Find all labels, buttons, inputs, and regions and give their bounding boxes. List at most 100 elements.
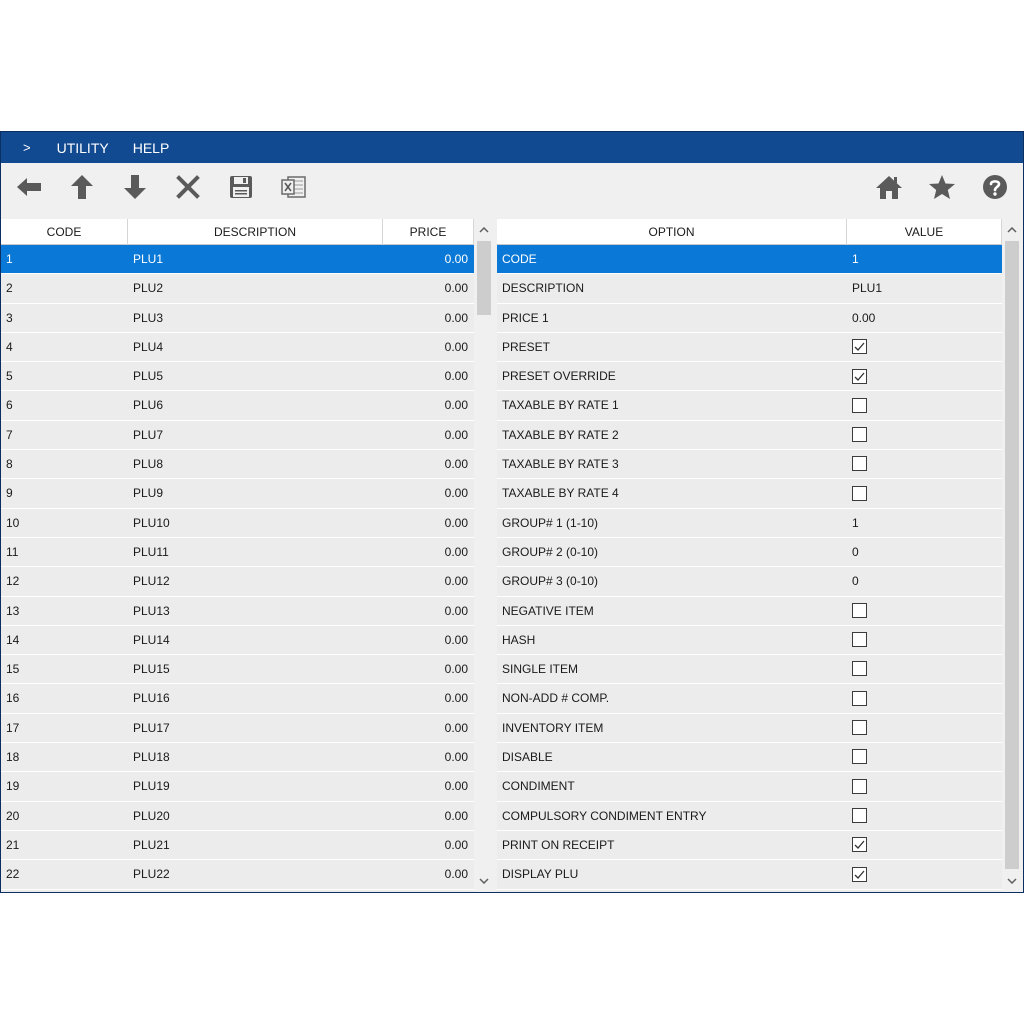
checkbox-unchecked[interactable] <box>852 778 867 794</box>
help-button[interactable] <box>981 173 1009 201</box>
table-row[interactable]: 13 PLU13 0.00 <box>1 596 474 626</box>
plu-options-scrollbar[interactable] <box>1002 219 1022 892</box>
table-row[interactable]: NEGATIVE ITEM <box>497 596 1002 626</box>
cell-option: GROUP# 1 (1-10) <box>502 515 599 530</box>
table-row[interactable]: TAXABLE BY RATE 2 <box>497 420 1002 451</box>
checkbox-unchecked[interactable] <box>852 661 867 677</box>
cell-value[interactable]: 1 <box>847 509 1002 537</box>
toolbar <box>1 163 1023 211</box>
table-row[interactable]: PRESET <box>497 332 1002 363</box>
back-arrow-icon <box>17 178 41 196</box>
table-row[interactable]: PRICE 1 0.00 <box>497 303 1002 333</box>
checkbox-unchecked[interactable] <box>852 632 867 648</box>
cell-price: 0.00 <box>444 867 468 882</box>
table-row[interactable]: TAXABLE BY RATE 3 <box>497 450 1002 480</box>
checkbox-unchecked[interactable] <box>852 690 867 706</box>
table-row[interactable]: 9 PLU9 0.00 <box>1 479 474 509</box>
back-button[interactable] <box>15 173 43 201</box>
table-row[interactable]: 14 PLU14 0.00 <box>1 625 474 656</box>
checkbox-checked[interactable] <box>852 837 867 853</box>
table-row[interactable]: DISPLAY PLU <box>497 860 1002 890</box>
table-row[interactable]: CONDIMENT <box>497 772 1002 802</box>
table-row[interactable]: 12 PLU12 0.00 <box>1 567 474 597</box>
save-button[interactable] <box>227 173 255 201</box>
favorites-button[interactable] <box>928 173 956 201</box>
table-row[interactable]: GROUP# 3 (0-10) 0 <box>497 567 1002 597</box>
table-row[interactable]: 4 PLU4 0.00 <box>1 332 474 363</box>
table-row[interactable]: 22 PLU22 0.00 <box>1 860 474 890</box>
cell-value[interactable]: 1 <box>847 245 1002 273</box>
cell-option: DISPLAY PLU <box>502 867 579 882</box>
table-row[interactable]: SINGLE ITEM <box>497 655 1002 685</box>
scroll-down-arrow[interactable] <box>1002 870 1022 892</box>
table-row[interactable]: PRINT ON RECEIPT <box>497 830 1002 861</box>
export-excel-button[interactable] <box>280 173 308 201</box>
checkbox-unchecked[interactable] <box>852 602 867 618</box>
scroll-up-arrow[interactable] <box>1002 219 1022 241</box>
table-row[interactable]: GROUP# 1 (1-10) 1 <box>497 508 1002 538</box>
delete-button[interactable] <box>174 173 202 201</box>
column-header-value[interactable]: VALUE <box>847 219 1002 245</box>
table-row[interactable]: 20 PLU20 0.00 <box>1 801 474 831</box>
cell-value[interactable]: 0.00 <box>847 304 1002 332</box>
move-down-button[interactable] <box>121 173 149 201</box>
table-row[interactable]: TAXABLE BY RATE 4 <box>497 479 1002 509</box>
table-row[interactable]: CODE 1 <box>497 245 1002 275</box>
column-header-description[interactable]: DESCRIPTION <box>128 219 383 245</box>
column-header-code[interactable]: CODE <box>1 219 128 245</box>
table-row[interactable]: HASH <box>497 625 1002 656</box>
cell-value[interactable]: 0 <box>847 538 1002 566</box>
table-row[interactable]: TAXABLE BY RATE 1 <box>497 391 1002 421</box>
cell-price: 0.00 <box>444 398 468 413</box>
table-row[interactable]: INVENTORY ITEM <box>497 713 1002 744</box>
table-row[interactable]: 15 PLU15 0.00 <box>1 655 474 685</box>
menu-utility[interactable]: UTILITY <box>57 140 109 156</box>
table-row[interactable]: PRESET OVERRIDE <box>497 362 1002 392</box>
table-row[interactable]: 19 PLU19 0.00 <box>1 772 474 802</box>
table-row[interactable]: 6 PLU6 0.00 <box>1 391 474 421</box>
scroll-down-arrow[interactable] <box>474 870 494 892</box>
table-row[interactable]: 16 PLU16 0.00 <box>1 684 474 714</box>
table-row[interactable]: 1 PLU1 0.00 <box>1 245 474 275</box>
table-row[interactable]: GROUP# 2 (0-10) 0 <box>497 537 1002 568</box>
table-row[interactable]: 10 PLU10 0.00 <box>1 508 474 538</box>
scroll-up-arrow[interactable] <box>474 219 494 241</box>
table-row[interactable]: 11 PLU11 0.00 <box>1 537 474 568</box>
checkbox-unchecked[interactable] <box>852 397 867 413</box>
checkbox-unchecked[interactable] <box>852 720 867 736</box>
table-row[interactable]: DISABLE <box>497 743 1002 773</box>
checkbox-checked[interactable] <box>852 866 867 882</box>
table-row[interactable]: COMPULSORY CONDIMENT ENTRY <box>497 801 1002 831</box>
cell-value[interactable]: PLU1 <box>847 274 1002 302</box>
cell-value[interactable]: 0 <box>847 567 1002 595</box>
cell-description: PLU3 <box>133 310 164 325</box>
table-row[interactable]: DESCRIPTION PLU1 <box>497 274 1002 304</box>
cell-code: 20 <box>6 808 20 823</box>
checkbox-unchecked[interactable] <box>852 749 867 765</box>
checkbox-unchecked[interactable] <box>852 485 867 501</box>
table-row[interactable]: 8 PLU8 0.00 <box>1 450 474 480</box>
checkbox-checked[interactable] <box>852 339 867 355</box>
menu-help[interactable]: HELP <box>133 140 170 156</box>
plu-list-scrollbar[interactable] <box>474 219 494 892</box>
table-row[interactable]: 5 PLU5 0.00 <box>1 362 474 392</box>
checkbox-unchecked[interactable] <box>852 427 867 443</box>
menu-expand-caret[interactable]: > <box>23 140 31 155</box>
checkbox-unchecked[interactable] <box>852 807 867 823</box>
table-row[interactable]: 3 PLU3 0.00 <box>1 303 474 333</box>
cell-option: CONDIMENT <box>502 779 575 794</box>
table-row[interactable]: 18 PLU18 0.00 <box>1 743 474 773</box>
table-row[interactable]: NON-ADD # COMP. <box>497 684 1002 714</box>
table-row[interactable]: 7 PLU7 0.00 <box>1 420 474 451</box>
table-row[interactable]: 21 PLU21 0.00 <box>1 830 474 861</box>
scrollbar-thumb[interactable] <box>1005 241 1019 869</box>
column-header-price[interactable]: PRICE <box>383 219 474 245</box>
move-up-button[interactable] <box>68 173 96 201</box>
table-row[interactable]: 2 PLU2 0.00 <box>1 274 474 304</box>
column-header-option[interactable]: OPTION <box>497 219 847 245</box>
checkbox-checked[interactable] <box>852 368 867 384</box>
home-button[interactable] <box>875 173 903 201</box>
table-row[interactable]: 17 PLU17 0.00 <box>1 713 474 744</box>
checkbox-unchecked[interactable] <box>852 456 867 472</box>
scrollbar-thumb[interactable] <box>477 241 491 315</box>
